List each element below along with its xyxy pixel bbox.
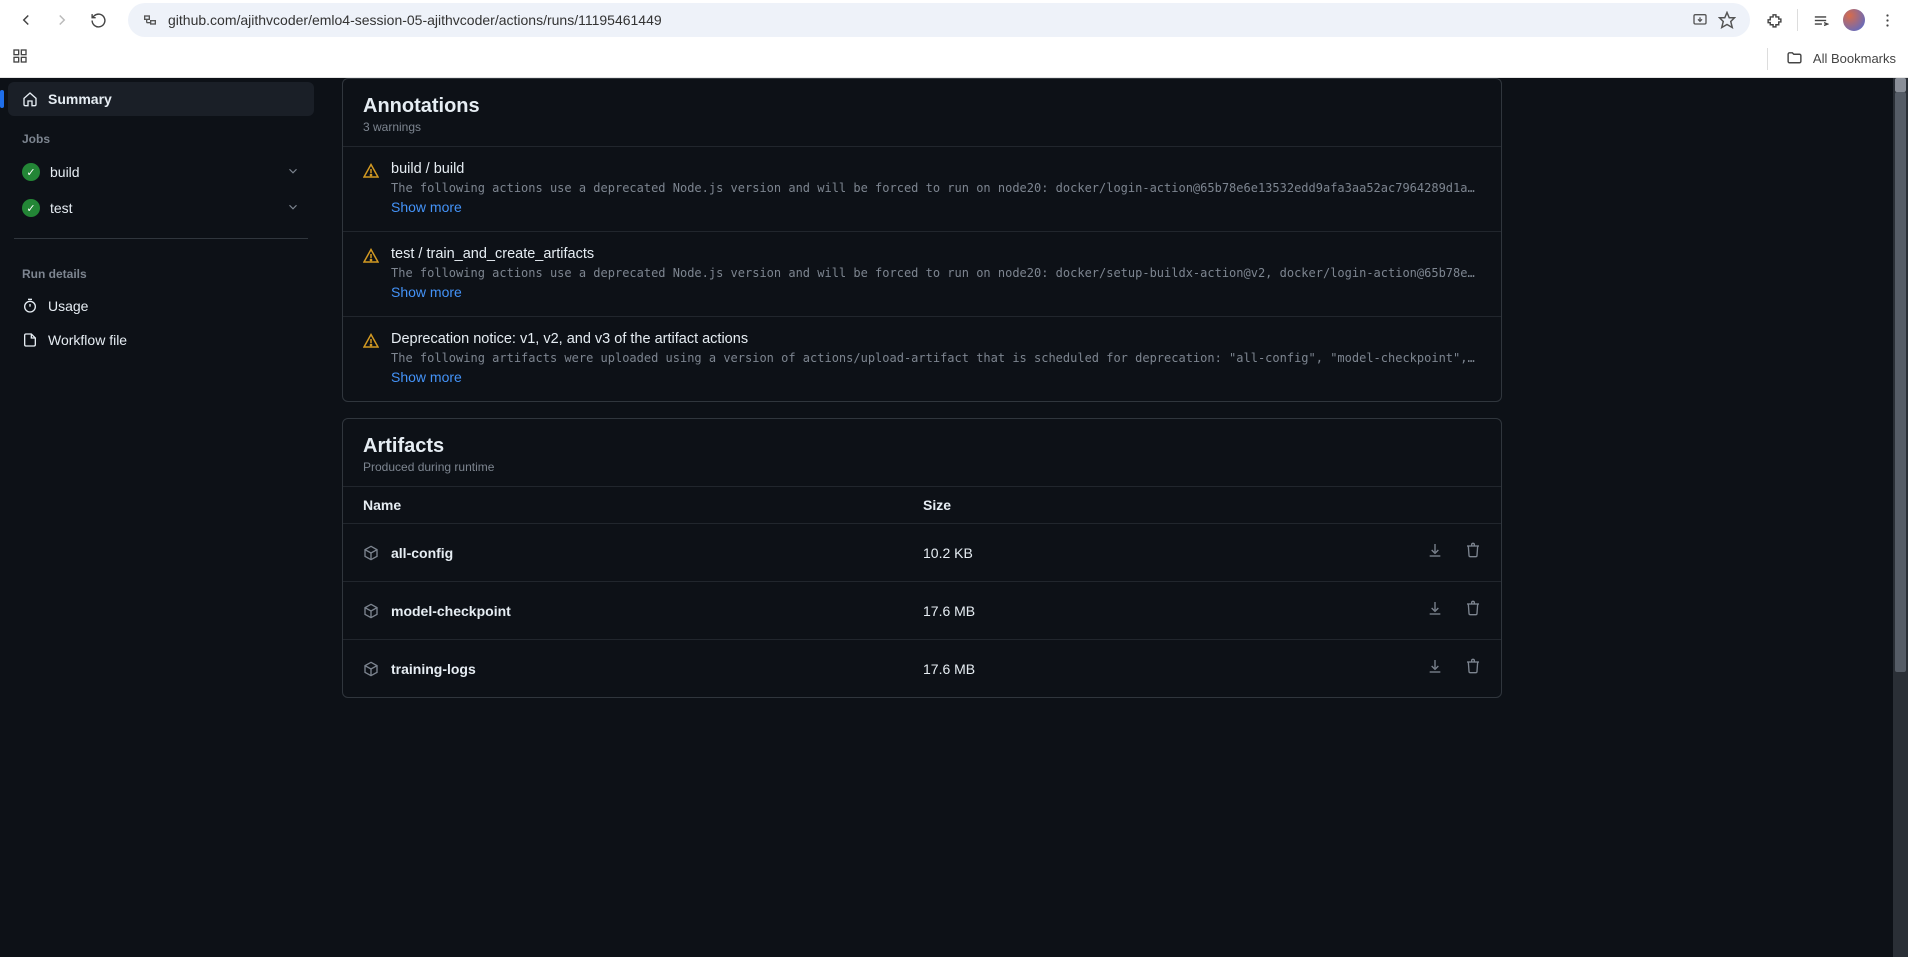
annotation-item: Deprecation notice: v1, v2, and v3 of th… <box>343 316 1501 401</box>
scroll-thumb[interactable] <box>1895 92 1906 672</box>
artifacts-panel: Artifacts Produced during runtime Name S… <box>342 418 1502 698</box>
sidebar-job-test[interactable]: ✓ test <box>8 190 314 226</box>
artifact-size: 17.6 MB <box>923 661 1427 677</box>
job-label: test <box>50 200 73 216</box>
annotation-title: Deprecation notice: v1, v2, and v3 of th… <box>391 331 1481 347</box>
warning-icon <box>363 248 379 264</box>
annotations-panel: Annotations 3 warnings build / build The… <box>342 78 1502 402</box>
divider <box>14 238 308 239</box>
artifact-row: all-config 10.2 KB <box>343 523 1501 581</box>
job-label: build <box>50 164 80 180</box>
extensions-icon[interactable] <box>1766 12 1783 29</box>
annotation-message: The following actions use a deprecated N… <box>391 181 1481 195</box>
browser-toolbar: github.com/ajithvcoder/emlo4-session-05-… <box>0 0 1908 40</box>
scroll-up-arrow[interactable] <box>1895 78 1906 92</box>
download-icon[interactable] <box>1427 658 1443 679</box>
artifacts-title: Artifacts <box>363 435 1481 458</box>
site-info-icon[interactable] <box>142 12 158 28</box>
warning-icon <box>363 163 379 179</box>
workflow-file-label: Workflow file <box>48 332 127 348</box>
artifact-row: model-checkpoint 17.6 MB <box>343 581 1501 639</box>
artifact-row: training-logs 17.6 MB <box>343 639 1501 697</box>
artifact-name-link[interactable]: training-logs <box>391 661 476 677</box>
annotation-item: build / build The following actions use … <box>343 146 1501 231</box>
annotation-message: The following artifacts were uploaded us… <box>391 351 1481 365</box>
delete-icon[interactable] <box>1465 542 1481 563</box>
chevron-down-icon[interactable] <box>286 200 300 217</box>
address-bar[interactable]: github.com/ajithvcoder/emlo4-session-05-… <box>128 3 1750 37</box>
sidebar-workflow-file[interactable]: Workflow file <box>8 323 314 357</box>
show-more-link[interactable]: Show more <box>391 284 462 300</box>
artifact-size: 17.6 MB <box>923 603 1427 619</box>
sidebar: Summary Jobs ✓ build ✓ test Run details … <box>0 78 322 957</box>
show-more-link[interactable]: Show more <box>391 369 462 385</box>
menu-icon[interactable] <box>1879 12 1896 29</box>
profile-avatar[interactable] <box>1843 9 1865 31</box>
annotations-subtitle: 3 warnings <box>363 120 1481 134</box>
install-icon[interactable] <box>1692 12 1708 28</box>
url-text: github.com/ajithvcoder/emlo4-session-05-… <box>168 12 1682 28</box>
stopwatch-icon <box>22 298 38 314</box>
annotation-item: test / train_and_create_artifacts The fo… <box>343 231 1501 316</box>
run-details-heading: Run details <box>8 251 314 289</box>
usage-label: Usage <box>48 298 88 314</box>
download-icon[interactable] <box>1427 542 1443 563</box>
folder-icon <box>1786 50 1803 67</box>
main-content: Annotations 3 warnings build / build The… <box>322 78 1522 957</box>
bookmarks-bar: All Bookmarks <box>0 40 1908 78</box>
apps-icon[interactable] <box>12 48 28 69</box>
success-check-icon: ✓ <box>22 199 40 217</box>
sidebar-summary[interactable]: Summary <box>8 82 314 116</box>
reload-button[interactable] <box>84 6 112 34</box>
artifact-name-link[interactable]: all-config <box>391 545 453 561</box>
artifact-name-link[interactable]: model-checkpoint <box>391 603 511 619</box>
annotation-message: The following actions use a deprecated N… <box>391 266 1481 280</box>
divider <box>1767 48 1768 70</box>
warning-icon <box>363 333 379 349</box>
artifact-size: 10.2 KB <box>923 545 1427 561</box>
jobs-heading: Jobs <box>8 116 314 154</box>
download-icon[interactable] <box>1427 600 1443 621</box>
package-icon <box>363 603 379 619</box>
artifacts-subtitle: Produced during runtime <box>363 460 1481 474</box>
github-actions-page: Summary Jobs ✓ build ✓ test Run details … <box>0 78 1908 957</box>
all-bookmarks-link[interactable]: All Bookmarks <box>1813 51 1896 66</box>
delete-icon[interactable] <box>1465 600 1481 621</box>
sidebar-job-build[interactable]: ✓ build <box>8 154 314 190</box>
col-name-header: Name <box>363 497 923 513</box>
sidebar-usage[interactable]: Usage <box>8 289 314 323</box>
package-icon <box>363 661 379 677</box>
show-more-link[interactable]: Show more <box>391 199 462 215</box>
reading-list-icon[interactable] <box>1812 12 1829 29</box>
workflow-file-icon <box>22 332 38 348</box>
home-icon <box>22 91 38 107</box>
scrollbar[interactable] <box>1893 78 1908 957</box>
col-size-header: Size <box>923 497 1431 513</box>
forward-button[interactable] <box>48 6 76 34</box>
package-icon <box>363 545 379 561</box>
sidebar-summary-label: Summary <box>48 91 112 107</box>
chevron-down-icon[interactable] <box>286 164 300 181</box>
back-button[interactable] <box>12 6 40 34</box>
delete-icon[interactable] <box>1465 658 1481 679</box>
annotations-title: Annotations <box>363 95 1481 118</box>
annotation-title: test / train_and_create_artifacts <box>391 246 1481 262</box>
annotation-title: build / build <box>391 161 1481 177</box>
success-check-icon: ✓ <box>22 163 40 181</box>
artifacts-table-header: Name Size <box>343 486 1501 523</box>
bookmark-star-icon[interactable] <box>1718 11 1736 29</box>
divider <box>1797 9 1798 31</box>
